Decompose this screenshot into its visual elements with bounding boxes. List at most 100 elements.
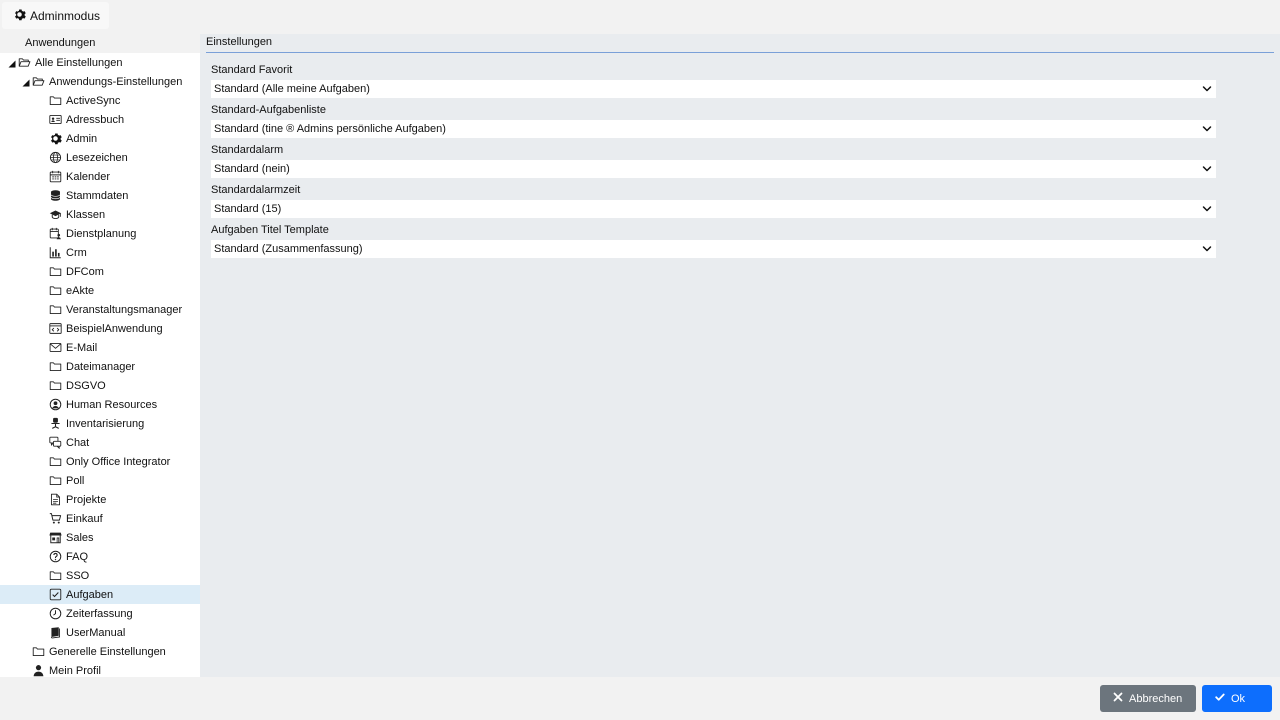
setting-field: Aufgaben Titel Template Standard (Zusamme…: [211, 220, 1216, 258]
tree-item-label: Sales: [66, 531, 94, 544]
chevron-down-icon: [1202, 84, 1212, 94]
tree-item-klassen[interactable]: Klassen: [0, 205, 200, 224]
tree-item-label: Alle Einstellungen: [35, 56, 123, 69]
folder-icon: [49, 265, 62, 278]
tree-item-activesync[interactable]: ActiveSync: [0, 91, 200, 110]
tree-item-faq[interactable]: FAQ: [0, 547, 200, 566]
folder-icon: [49, 303, 62, 316]
tree-item-crm[interactable]: Crm: [0, 243, 200, 262]
tree-item-mein-profil[interactable]: Mein Profil: [0, 661, 200, 677]
tree-item-label: Dienstplanung: [66, 227, 137, 240]
tree-item-label: BeispielAnwendung: [66, 322, 163, 335]
tree-item-usermanual[interactable]: UserManual: [0, 623, 200, 642]
folder-icon: [49, 474, 62, 487]
tree-item-dateimanager[interactable]: Dateimanager: [0, 357, 200, 376]
tree-item-beispielanwendung[interactable]: BeispielAnwendung: [0, 319, 200, 338]
tree-item-label: Generelle Einstellungen: [49, 645, 166, 658]
tree-item-label: Anwendungs-Einstellungen: [49, 75, 183, 88]
tree-item-label: Adressbuch: [66, 113, 125, 126]
tree-item-label: UserManual: [66, 626, 126, 639]
tree-item-label: Human Resources: [66, 398, 158, 411]
folder-open-icon: [32, 75, 45, 88]
expanded-triangle-icon[interactable]: [8, 59, 16, 67]
tree-item-alle-einstellungen[interactable]: Alle Einstellungen: [0, 53, 200, 72]
globe-icon: [49, 151, 62, 164]
setting-select-value: Standard (nein): [214, 163, 290, 175]
setting-label: Aufgaben Titel Template: [211, 224, 329, 236]
tree-item-eakte[interactable]: eAkte: [0, 281, 200, 300]
folder-open-icon: [18, 56, 31, 69]
tree-item-label: Projekte: [66, 493, 107, 506]
setting-select[interactable]: Standard (15): [211, 200, 1216, 218]
tree-item-veranstaltungsmanager[interactable]: Veranstaltungsmanager: [0, 300, 200, 319]
tree-item-aufgaben[interactable]: Aufgaben: [0, 585, 200, 604]
cancel-label: Abbrechen: [1129, 692, 1183, 705]
chart-bar-icon: [49, 246, 62, 259]
file-text-icon: [49, 493, 62, 506]
tree-item-label: DFCom: [66, 265, 104, 278]
admin-mode-button[interactable]: Adminmodus: [2, 2, 109, 29]
tree-item-label: Kalender: [66, 170, 111, 183]
setting-select-value: Standard (Zusammenfassung): [214, 243, 363, 255]
expanded-triangle-icon[interactable]: [22, 78, 30, 86]
setting-select-value: Standard (15): [214, 203, 282, 215]
chevron-down-icon: [1202, 204, 1212, 214]
setting-field: Standardalarm Standard (nein): [211, 140, 1216, 178]
chevron-down-icon: [1202, 164, 1212, 174]
tree-item-sales[interactable]: Sales: [0, 528, 200, 547]
folder-icon: [32, 645, 45, 658]
tree-item-label: Only Office Integrator: [66, 455, 171, 468]
tree-item-kalender[interactable]: Kalender: [0, 167, 200, 186]
tree-item-e-mail[interactable]: E-Mail: [0, 338, 200, 357]
setting-select[interactable]: Standard (tine ® Admins persönliche Aufg…: [211, 120, 1216, 138]
tree-item-label: Chat: [66, 436, 90, 449]
tree-item-projekte[interactable]: Projekte: [0, 490, 200, 509]
checkbox-icon: [49, 588, 62, 601]
tree-item-sso[interactable]: SSO: [0, 566, 200, 585]
tree-item-poll[interactable]: Poll: [0, 471, 200, 490]
folder-icon: [49, 379, 62, 392]
tree-item-einkauf[interactable]: Einkauf: [0, 509, 200, 528]
tree-item-label: FAQ: [66, 550, 89, 563]
setting-select[interactable]: Standard (nein): [211, 160, 1216, 178]
setting-label: Standard-Aufgabenliste: [211, 104, 326, 116]
gear-icon: [49, 132, 62, 145]
tree-item-label: Stammdaten: [66, 189, 129, 202]
tree-item-human-resources[interactable]: Human Resources: [0, 395, 200, 414]
tree-item-label: SSO: [66, 569, 90, 582]
tree-item-anwendungs-einstellungen[interactable]: Anwendungs-Einstellungen: [0, 72, 200, 91]
setting-field: Standard-Aufgabenliste Standard (tine ® A…: [211, 100, 1216, 138]
tree-item-label: DSGVO: [66, 379, 106, 392]
ok-button[interactable]: Ok: [1202, 685, 1272, 712]
setting-select[interactable]: Standard (Zusammenfassung): [211, 240, 1216, 258]
tree-item-dienstplanung[interactable]: Dienstplanung: [0, 224, 200, 243]
setting-field: Standardalarmzeit Standard (15): [211, 180, 1216, 218]
tree-item-inventarisierung[interactable]: Inventarisierung: [0, 414, 200, 433]
tree-item-only-office-integrator[interactable]: Only Office Integrator: [0, 452, 200, 471]
setting-label: Standard Favorit: [211, 64, 293, 76]
tree-item-chat[interactable]: Chat: [0, 433, 200, 452]
tree-item-dfcom[interactable]: DFCom: [0, 262, 200, 281]
tree-item-lesezeichen[interactable]: Lesezeichen: [0, 148, 200, 167]
calendar-user-icon: [49, 227, 62, 240]
cancel-button[interactable]: Abbrechen: [1100, 685, 1196, 712]
admin-mode-label: Adminmodus: [30, 8, 101, 23]
tree-item-label: Inventarisierung: [66, 417, 145, 430]
tree-item-zeiterfassung[interactable]: Zeiterfassung: [0, 604, 200, 623]
gear-icon: [13, 8, 26, 24]
clock-icon: [49, 607, 62, 620]
tree-item-label: Lesezeichen: [66, 151, 128, 164]
folder-icon: [49, 455, 62, 468]
tree-item-generelle-einstellungen[interactable]: Generelle Einstellungen: [0, 642, 200, 661]
tree-item-label: eAkte: [66, 284, 95, 297]
setting-select[interactable]: Standard (Alle meine Aufgaben): [211, 80, 1216, 98]
tree-item-stammdaten[interactable]: Stammdaten: [0, 186, 200, 205]
chevron-down-icon: [1202, 124, 1212, 134]
book-icon: [49, 626, 62, 639]
tree-item-label: Dateimanager: [66, 360, 136, 373]
question-circle-icon: [49, 550, 62, 563]
tree-item-dsgvo[interactable]: DSGVO: [0, 376, 200, 395]
tree-item-adressbuch[interactable]: Adressbuch: [0, 110, 200, 129]
chevron-down-icon: [1202, 244, 1212, 254]
tree-item-admin[interactable]: Admin: [0, 129, 200, 148]
